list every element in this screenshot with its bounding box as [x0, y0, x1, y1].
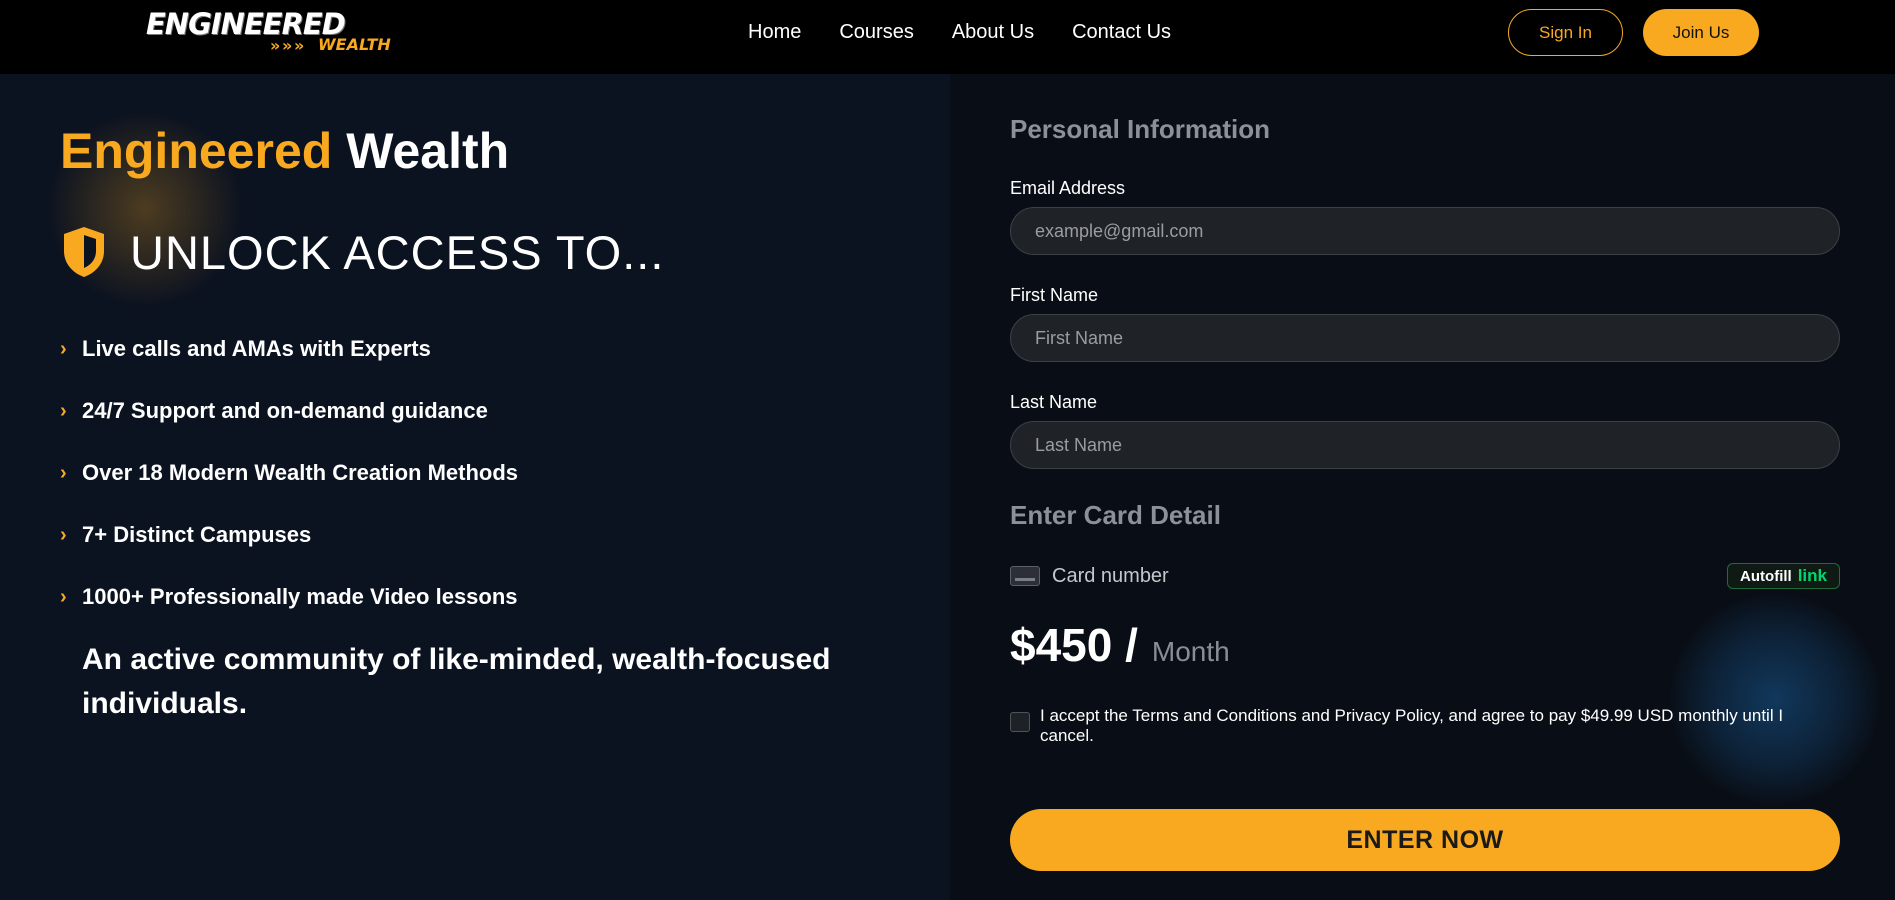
feature-text: 24/7 Support and on-demand guidance [82, 398, 488, 423]
first-name-field[interactable] [1010, 314, 1840, 362]
community-text: An active community of like-minded, weal… [82, 643, 831, 720]
title-main: Wealth [346, 123, 510, 179]
enter-now-button[interactable]: ENTER NOW [1010, 809, 1840, 871]
autofill-link-button[interactable]: Autofill link [1727, 563, 1840, 589]
unlock-text: UNLOCK ACCESS TO... [130, 225, 665, 279]
chevron-right-icon: › [60, 462, 67, 484]
nav-courses[interactable]: Courses [839, 21, 913, 44]
autofill-label: Autofill [1740, 567, 1792, 585]
personal-info-title: Personal Information [1010, 114, 1271, 144]
decorative-glow [1670, 594, 1880, 804]
engineered-wealth-logo[interactable]: ENGINEERED » » » WEALTH [146, 7, 391, 55]
last-name-field[interactable] [1010, 421, 1840, 469]
card-detail-title: Enter Card Detail [1010, 500, 1221, 530]
price-amount: $450 / [1010, 619, 1138, 671]
terms-text: I accept the Terms and Conditions and Pr… [1040, 706, 1784, 745]
price-period: Month [1151, 636, 1230, 667]
credit-card-icon [1010, 566, 1040, 586]
page-title: Engineered Wealth [60, 122, 509, 180]
feature-text: 7+ Distinct Campuses [82, 522, 312, 547]
logo-wordmark: ENGINEERED [146, 7, 346, 41]
email-field[interactable] [1010, 207, 1840, 255]
chevron-right-icon: › [60, 400, 67, 422]
benefits-panel: Engineered Wealth UNLOCK ACCESS TO... › … [0, 74, 950, 900]
nav-about-us[interactable]: About Us [952, 21, 1034, 44]
nav-contact-us[interactable]: Contact Us [1072, 21, 1171, 44]
unlock-heading: UNLOCK ACCESS TO... [60, 224, 664, 280]
feature-item: › 1000+ Professionally made Video lesson… [60, 584, 518, 646]
signup-form-panel: Personal Information Email Address First… [950, 74, 1895, 900]
terms-checkbox[interactable] [1010, 712, 1030, 732]
shield-icon [64, 227, 104, 277]
join-us-button[interactable]: Join Us [1643, 9, 1759, 56]
card-number-placeholder: Card number [1052, 564, 1169, 587]
chevron-right-icon: › [60, 524, 67, 546]
sign-in-button[interactable]: Sign In [1508, 9, 1623, 56]
feature-item: › Over 18 Modern Wealth Creation Methods [60, 460, 518, 522]
feature-text: Over 18 Modern Wealth Creation Methods [82, 460, 519, 485]
last-name-label: Last Name [1010, 392, 1098, 412]
first-name-label: First Name [1010, 285, 1099, 305]
logo-chevron-icon: » [294, 36, 305, 55]
terms-row: I accept the Terms and Conditions and Pr… [1010, 706, 1840, 746]
logo-subword: WEALTH [318, 35, 391, 54]
chevron-right-icon: › [60, 586, 67, 608]
feature-item: › Live calls and AMAs with Experts [60, 336, 518, 398]
feature-item: › 7+ Distinct Campuses [60, 522, 518, 584]
link-logo: link [1797, 566, 1827, 585]
site-header: ENGINEERED » » » WEALTH Home Courses Abo… [0, 0, 1895, 74]
email-label: Email Address [1010, 178, 1126, 198]
title-accent: Engineered [60, 123, 333, 179]
logo-chevron-icon: » [270, 36, 281, 55]
card-number-field[interactable]: Card number Autofill link [1010, 562, 1840, 590]
feature-text: Live calls and AMAs with Experts [82, 336, 431, 361]
logo-chevron-icon: » [282, 36, 293, 55]
nav-home[interactable]: Home [748, 21, 801, 44]
main-nav: Home Courses About Us Contact Us [748, 0, 1171, 64]
feature-item: › 24/7 Support and on-demand guidance [60, 398, 518, 460]
price-display: $450 / Month [1010, 618, 1230, 672]
feature-text: 1000+ Professionally made Video lessons [82, 584, 518, 609]
feature-list: › Live calls and AMAs with Experts › 24/… [60, 336, 518, 646]
chevron-right-icon: › [60, 338, 67, 360]
